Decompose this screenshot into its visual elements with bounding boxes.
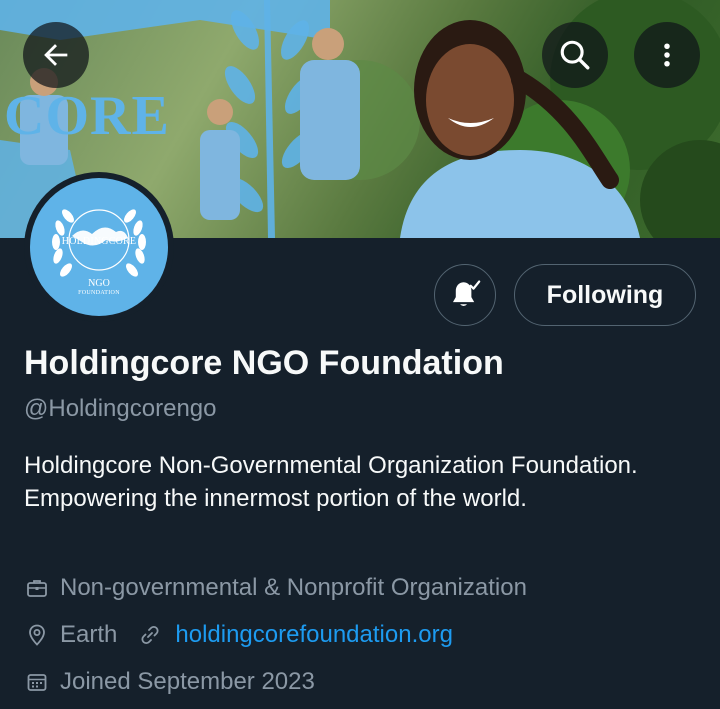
search-icon: [560, 40, 590, 70]
location-pin-icon: [24, 622, 50, 648]
more-options-button[interactable]: [634, 22, 700, 88]
joined-label: Joined September 2023: [60, 668, 315, 695]
profile-joined: Joined September 2023: [24, 668, 315, 696]
bell-check-icon: [452, 280, 481, 306]
arrow-left-icon: [44, 44, 68, 66]
banner-brand-text: CORE: [4, 85, 170, 147]
avatar-sub-text: FOUNDATION: [78, 290, 120, 296]
avatar-ngo-text: NGO: [88, 278, 110, 289]
profile-name: Holdingcore NGO Foundation: [24, 344, 504, 382]
location-label: Earth: [60, 621, 118, 648]
notifications-button[interactable]: [434, 264, 496, 326]
profile-location-website: Earth holdingcorefoundation.org: [24, 621, 453, 649]
profile-handle: @Holdingcorengo: [24, 395, 217, 422]
profile-bio: Holdingcore Non-Governmental Organizatio…: [24, 452, 638, 512]
avatar-title-text: HOLDINGCORE: [61, 236, 137, 247]
category-label: Non-governmental & Nonprofit Organizatio…: [60, 574, 527, 601]
back-button[interactable]: [23, 22, 89, 88]
avatar-logo: HOLDINGCORE NGO FOUNDATION: [30, 178, 168, 316]
following-button[interactable]: Following: [514, 264, 696, 326]
website-link[interactable]: holdingcorefoundation.org: [175, 621, 453, 649]
profile-avatar[interactable]: HOLDINGCORE NGO FOUNDATION: [24, 172, 174, 322]
more-vertical-icon: [664, 43, 670, 67]
link-icon: [137, 622, 163, 648]
profile-category: Non-governmental & Nonprofit Organizatio…: [24, 574, 527, 602]
calendar-icon: [24, 669, 50, 695]
search-button[interactable]: [542, 22, 608, 88]
briefcase-icon: [24, 575, 50, 601]
